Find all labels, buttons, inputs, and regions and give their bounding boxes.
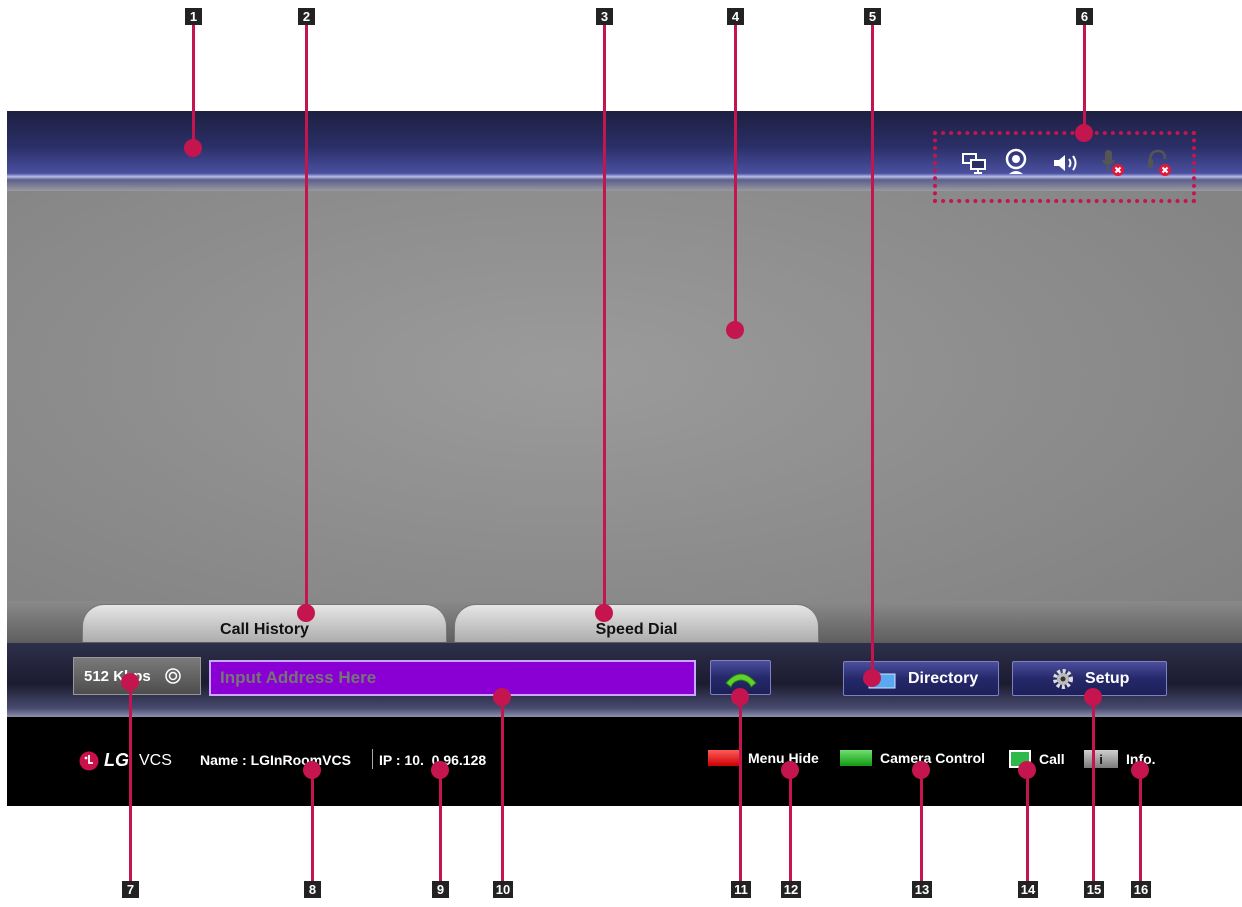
status-icons-highlight — [933, 131, 1196, 203]
leader-dot-16 — [1131, 761, 1149, 779]
callout-9: 9 — [432, 881, 449, 898]
leader-dot-13 — [912, 761, 930, 779]
address-input[interactable] — [209, 660, 696, 696]
callout-8: 8 — [304, 881, 321, 898]
leader-dot-7 — [121, 673, 139, 691]
hint-label: Call — [1039, 751, 1065, 767]
leader-5 — [871, 25, 874, 678]
leader-8 — [311, 770, 314, 881]
leader-15 — [1092, 697, 1095, 881]
callout-15: 15 — [1084, 881, 1104, 898]
leader-12 — [789, 770, 792, 881]
lg-logo: LG VCS — [79, 750, 172, 771]
tab-call-history-label: Call History — [220, 621, 309, 638]
leader-dot-9 — [431, 761, 449, 779]
device-name: Name : LGInRoomVCS — [200, 752, 351, 768]
leader-dot-12 — [781, 761, 799, 779]
leader-dot-3 — [595, 604, 613, 622]
callout-1: 1 — [185, 8, 202, 25]
hint-call: Call — [1009, 750, 1065, 768]
tab-speed-dial[interactable]: Speed Dial — [454, 604, 819, 642]
callout-6: 6 — [1076, 8, 1093, 25]
leader-dot-2 — [297, 604, 315, 622]
leader-10 — [501, 697, 504, 881]
gear-icon — [1053, 668, 1073, 689]
tab-speed-dial-label: Speed Dial — [595, 621, 678, 638]
leader-dot-14 — [1018, 761, 1036, 779]
leader-11 — [739, 697, 742, 881]
red-button-icon — [708, 750, 740, 766]
callout-14: 14 — [1018, 881, 1038, 898]
lg-face-icon — [79, 751, 99, 770]
hint-label: Camera Control — [880, 750, 986, 766]
phone-handset-icon — [724, 673, 757, 688]
hint-menu-hide: Menu Hide — [708, 750, 819, 766]
video-preview — [7, 191, 1242, 641]
callout-2: 2 — [298, 8, 315, 25]
leader-6 — [1083, 25, 1086, 133]
info-key-icon: i — [1084, 750, 1118, 768]
setup-label: Setup — [1085, 669, 1130, 687]
product-text: VCS — [139, 751, 172, 769]
leader-dot-8 — [303, 761, 321, 779]
leader-dot-11 — [731, 688, 749, 706]
leader-dot-1 — [184, 139, 202, 157]
leader-9 — [439, 770, 442, 881]
leader-1 — [192, 25, 195, 148]
directory-label: Directory — [908, 669, 979, 687]
callout-3: 3 — [596, 8, 613, 25]
footer-divider — [372, 749, 373, 769]
bandwidth-label: 512 Kbps — [84, 667, 151, 685]
leader-7 — [129, 682, 132, 881]
target-icon — [164, 668, 181, 684]
callout-12: 12 — [781, 881, 801, 898]
callout-16: 16 — [1131, 881, 1151, 898]
callout-13: 13 — [912, 881, 932, 898]
brand-text: LG — [104, 750, 129, 770]
callout-4: 4 — [727, 8, 744, 25]
callout-5: 5 — [864, 8, 881, 25]
callout-11: 11 — [731, 881, 751, 898]
leader-dot-10 — [493, 688, 511, 706]
leader-13 — [920, 770, 923, 881]
green-button-icon — [840, 750, 872, 766]
leader-dot-15 — [1084, 688, 1102, 706]
vcs-screen: Call History Speed Dial 512 Kbps Directo… — [7, 111, 1242, 806]
hint-camera-control: Camera Control — [840, 750, 985, 766]
leader-dot-5 — [863, 669, 881, 687]
leader-4 — [734, 25, 737, 330]
callout-7: 7 — [122, 881, 139, 898]
leader-16 — [1139, 770, 1142, 881]
leader-2 — [305, 25, 308, 613]
tab-call-history[interactable]: Call History — [82, 604, 447, 642]
leader-dot-4 — [726, 321, 744, 339]
leader-dot-6 — [1075, 124, 1093, 142]
callout-10: 10 — [493, 881, 513, 898]
leader-3 — [603, 25, 606, 613]
leader-14 — [1026, 770, 1029, 881]
